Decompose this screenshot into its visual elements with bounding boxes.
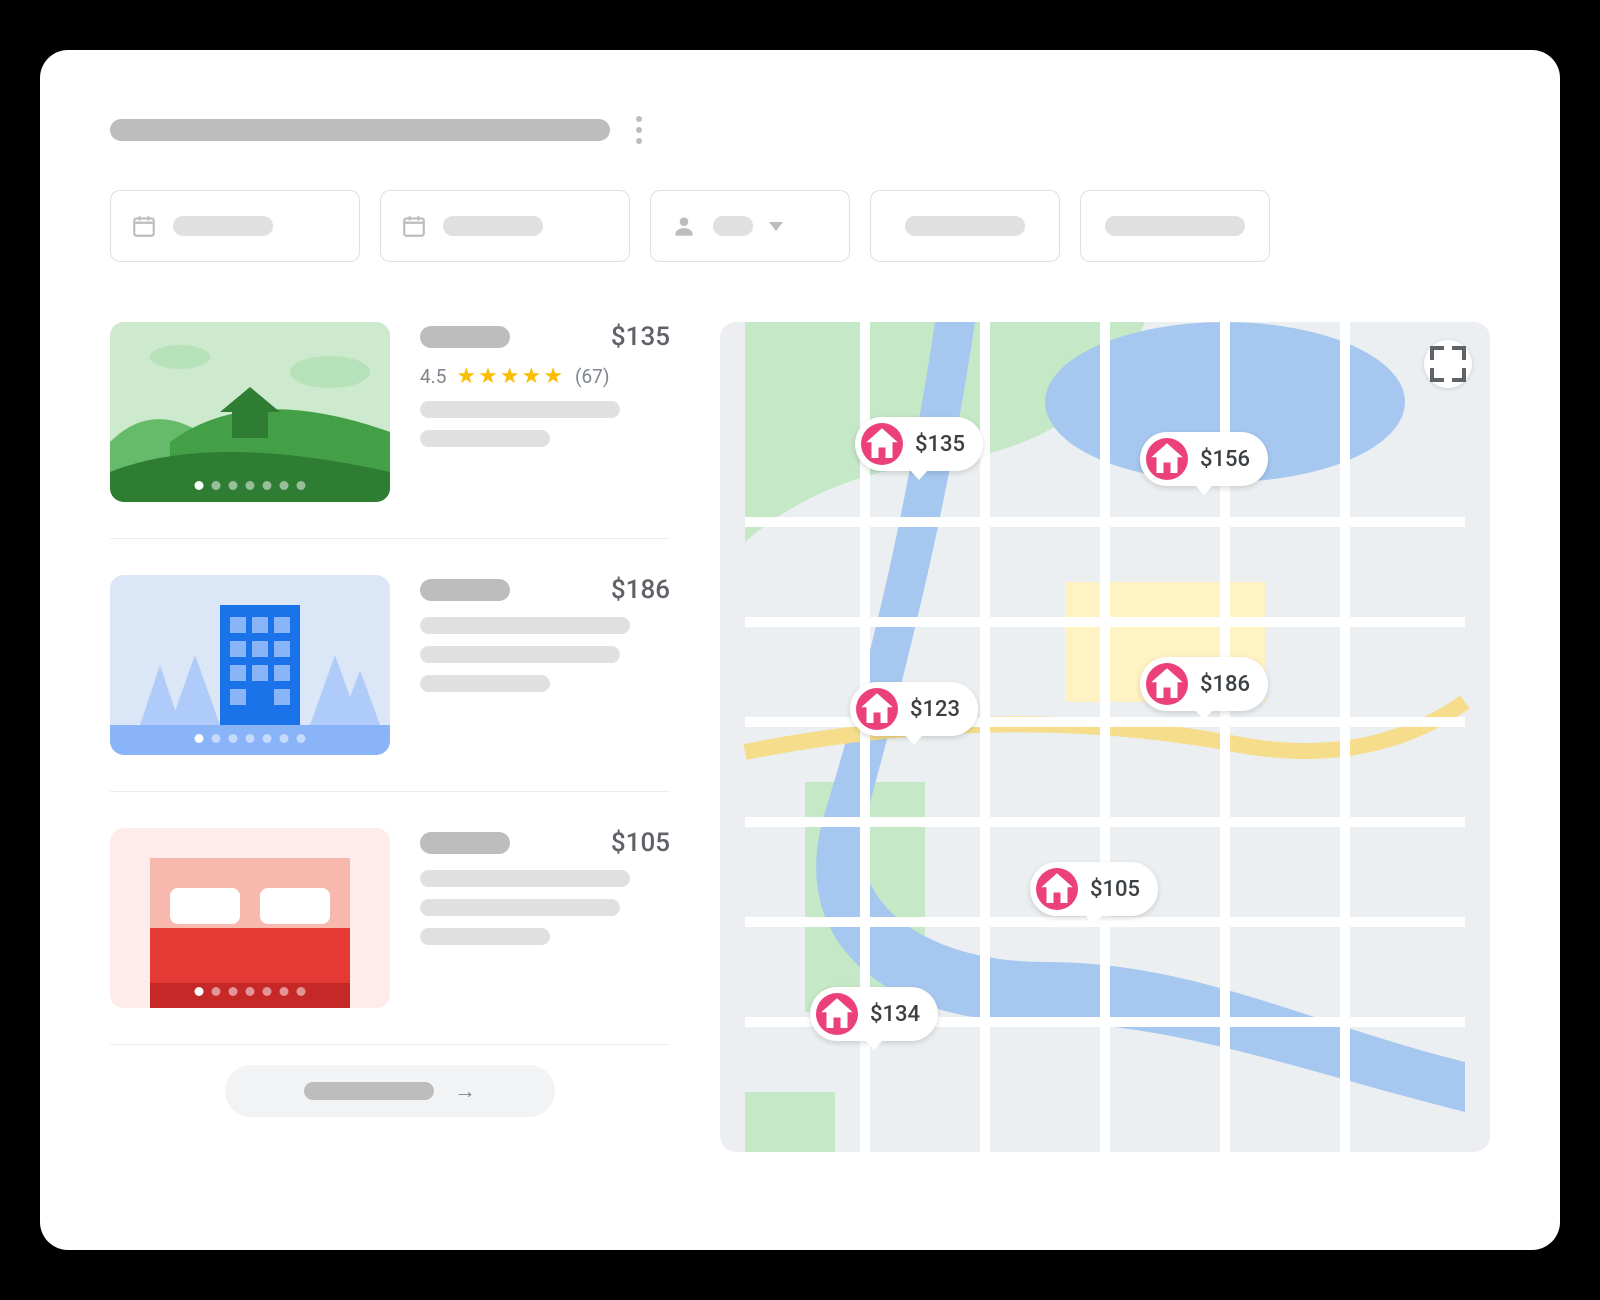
map-panel: $135 $156 $123 $186 $105 $134 <box>720 322 1490 1200</box>
chevron-down-icon <box>769 222 783 231</box>
chip-label-placeholder <box>1105 216 1245 236</box>
detail-line-placeholder <box>420 928 550 945</box>
bed-illustration <box>110 828 390 1008</box>
landscape-illustration <box>110 322 390 502</box>
detail-line-placeholder <box>420 401 620 418</box>
listings-column: $135 4.5 ★★★★★ (67) <box>110 322 670 1200</box>
overflow-menu-button[interactable] <box>630 110 648 150</box>
chip-label-placeholder <box>443 216 543 236</box>
detail-line-placeholder <box>420 646 620 663</box>
listing-thumbnail[interactable] <box>110 322 390 502</box>
app-window: $135 4.5 ★★★★★ (67) <box>40 50 1560 1250</box>
carousel-dots[interactable] <box>195 481 306 490</box>
listing-price: $186 <box>611 575 670 605</box>
map-price-pin[interactable]: $156 <box>1140 432 1268 486</box>
filter-chip-1[interactable] <box>870 190 1060 262</box>
listing-body: $186 <box>420 575 670 755</box>
chip-label-placeholder <box>713 216 753 236</box>
building-illustration <box>110 575 390 755</box>
detail-line-placeholder <box>420 870 630 887</box>
listing-card[interactable]: $186 <box>110 538 670 791</box>
rating-row: 4.5 ★★★★★ (67) <box>420 364 670 389</box>
detail-line-placeholder <box>420 899 620 916</box>
chip-label-placeholder <box>905 216 1025 236</box>
listing-price: $135 <box>611 322 670 352</box>
home-icon <box>856 688 898 730</box>
map-price-pin[interactable]: $123 <box>850 682 978 736</box>
home-icon <box>1146 438 1188 480</box>
listing-title-placeholder <box>420 579 510 601</box>
detail-line-placeholder <box>420 430 550 447</box>
listing-thumbnail[interactable] <box>110 575 390 755</box>
carousel-dots[interactable] <box>195 987 306 996</box>
filter-bar <box>110 190 1490 262</box>
pin-price: $135 <box>915 432 965 457</box>
calendar-icon <box>131 213 157 239</box>
pin-price: $186 <box>1200 672 1250 697</box>
filter-chip-2[interactable] <box>1080 190 1270 262</box>
calendar-icon <box>401 213 427 239</box>
home-icon <box>1146 663 1188 705</box>
map-price-pin[interactable]: $186 <box>1140 657 1268 711</box>
checkout-date-chip[interactable] <box>380 190 630 262</box>
listing-thumbnail[interactable] <box>110 828 390 1008</box>
listing-body: $135 4.5 ★★★★★ (67) <box>420 322 670 502</box>
listing-body: $105 <box>420 828 670 1008</box>
load-more-row: → <box>110 1044 670 1117</box>
page-title-placeholder <box>110 119 610 141</box>
pin-price: $134 <box>870 1002 920 1027</box>
header <box>110 110 1490 150</box>
expand-icon <box>1424 340 1472 388</box>
content: $135 4.5 ★★★★★ (67) <box>110 322 1490 1200</box>
load-more-button[interactable]: → <box>225 1065 555 1117</box>
map-price-pin[interactable]: $105 <box>1030 862 1158 916</box>
person-icon <box>671 213 697 239</box>
pin-price: $156 <box>1200 447 1250 472</box>
detail-line-placeholder <box>420 617 630 634</box>
listing-title-placeholder <box>420 832 510 854</box>
detail-line-placeholder <box>420 675 550 692</box>
review-count: (67) <box>575 365 609 388</box>
arrow-right-icon: → <box>454 1078 476 1104</box>
pin-price: $105 <box>1090 877 1140 902</box>
listing-card[interactable]: $135 4.5 ★★★★★ (67) <box>110 322 670 538</box>
home-icon <box>861 423 903 465</box>
rating-value: 4.5 <box>420 365 446 388</box>
home-icon <box>816 993 858 1035</box>
listing-price: $105 <box>611 828 670 858</box>
checkin-date-chip[interactable] <box>110 190 360 262</box>
star-icons: ★★★★★ <box>456 364 565 389</box>
pin-price: $123 <box>910 697 960 722</box>
home-icon <box>1036 868 1078 910</box>
listing-card[interactable]: $105 <box>110 791 670 1044</box>
expand-map-button[interactable] <box>1424 340 1472 388</box>
map-price-pin[interactable]: $134 <box>810 987 938 1041</box>
guests-chip[interactable] <box>650 190 850 262</box>
listing-title-placeholder <box>420 326 510 348</box>
load-more-label-placeholder <box>304 1082 434 1100</box>
chip-label-placeholder <box>173 216 273 236</box>
map-price-pin[interactable]: $135 <box>855 417 983 471</box>
map[interactable]: $135 $156 $123 $186 $105 $134 <box>720 322 1490 1152</box>
carousel-dots[interactable] <box>195 734 306 743</box>
